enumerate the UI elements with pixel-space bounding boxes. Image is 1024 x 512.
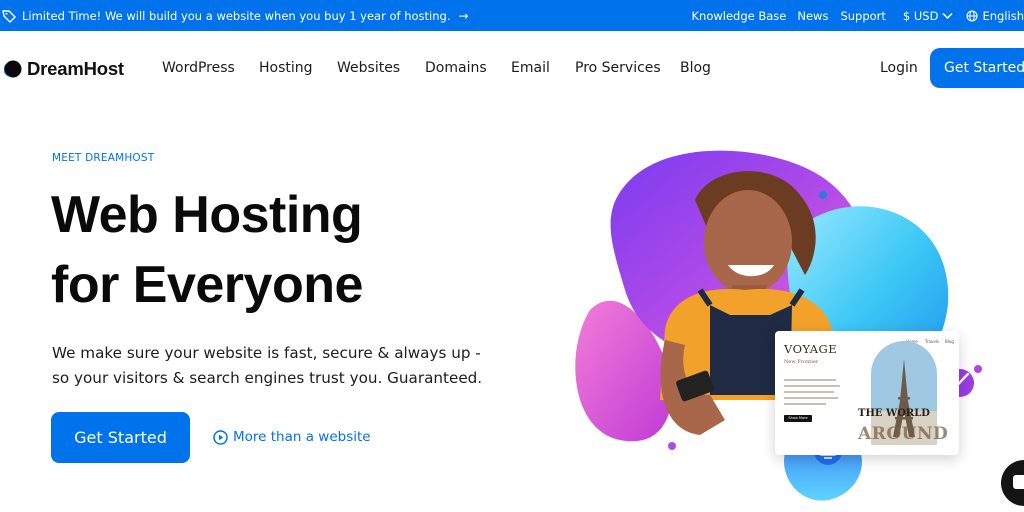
promo-link[interactable]: Limited Time! We will build you a websit…: [0, 0, 469, 31]
nav-item-pro-services[interactable]: Pro Services: [575, 60, 661, 76]
chat-icon: [1013, 475, 1024, 489]
hero-headline-line-2: for Everyone: [51, 256, 363, 314]
nav-item-hosting[interactable]: Hosting: [259, 60, 313, 76]
hero-illustration: [575, 150, 982, 501]
person-face: [704, 190, 792, 294]
mockup-text-line: [784, 379, 836, 381]
nav-item-domains[interactable]: Domains: [425, 60, 487, 76]
brand-name: DreamHost: [27, 58, 124, 79]
nav-item-blog[interactable]: Blog: [680, 60, 711, 76]
mockup-title: VOYAGE: [784, 342, 838, 356]
mockup-show-more-button: Show More: [784, 415, 812, 422]
support-link[interactable]: Support: [840, 9, 885, 23]
hero-get-started-button[interactable]: Get Started: [51, 412, 190, 463]
chat-widget-button[interactable]: [1001, 460, 1024, 506]
currency-label: $ USD: [902, 8, 939, 23]
login-link[interactable]: Login: [880, 60, 918, 76]
hero-eyebrow: MEET DREAMHOST: [52, 152, 155, 164]
tag-icon: [2, 9, 16, 23]
promo-bar: Limited Time! We will build you a websit…: [0, 0, 1024, 31]
mockup-around-text: AROUND: [858, 424, 949, 444]
mockup-text-line: [784, 391, 834, 393]
logo[interactable]: DreamHost: [4, 58, 124, 80]
mockup-subtitle: New Frontier: [784, 359, 819, 365]
knowledge-base-link[interactable]: Knowledge Base: [692, 9, 787, 23]
hero-headline: Web Hosting for Everyone: [51, 180, 363, 320]
globe-icon: [966, 9, 979, 22]
arrow-right-icon: →: [458, 8, 469, 23]
more-than-a-website-link[interactable]: More than a website: [213, 429, 371, 445]
dreamhost-logo-icon: [4, 60, 22, 78]
website-mockup-card: VOYAGE New Frontier Home Travels Blog Sh…: [775, 331, 959, 455]
currency-selector[interactable]: $ USD: [903, 9, 954, 23]
mockup-nav-travels: Travels: [925, 339, 939, 344]
chevron-down-icon: [942, 12, 953, 20]
mockup-world-text: THE WORLD: [858, 408, 930, 419]
mockup-text-line: [784, 403, 826, 405]
more-link-label: More than a website: [233, 429, 371, 445]
hero-subcopy: We make sure your website is fast, secur…: [52, 344, 483, 387]
nav-item-websites[interactable]: Websites: [337, 60, 400, 76]
mockup-nav-blog: Blog: [945, 339, 954, 344]
nav-item-wordpress[interactable]: WordPress: [162, 60, 235, 76]
language-selector[interactable]: English: [966, 9, 1024, 23]
nav-item-email[interactable]: Email: [511, 60, 550, 76]
utility-nav: Knowledge Base News Support $ USD Englis…: [692, 0, 1024, 31]
mockup-text-line: [784, 397, 838, 399]
promo-text: Limited Time! We will build you a websit…: [22, 8, 451, 23]
main-nav: DreamHost WordPress Hosting Websites Dom…: [0, 31, 1024, 107]
news-link[interactable]: News: [797, 9, 828, 23]
get-started-button[interactable]: Get Started: [930, 48, 1024, 88]
hero-headline-line-1: Web Hosting: [51, 186, 363, 244]
mockup-text-line: [784, 385, 840, 387]
language-label: English: [982, 8, 1024, 23]
play-circle-icon: [213, 429, 228, 445]
